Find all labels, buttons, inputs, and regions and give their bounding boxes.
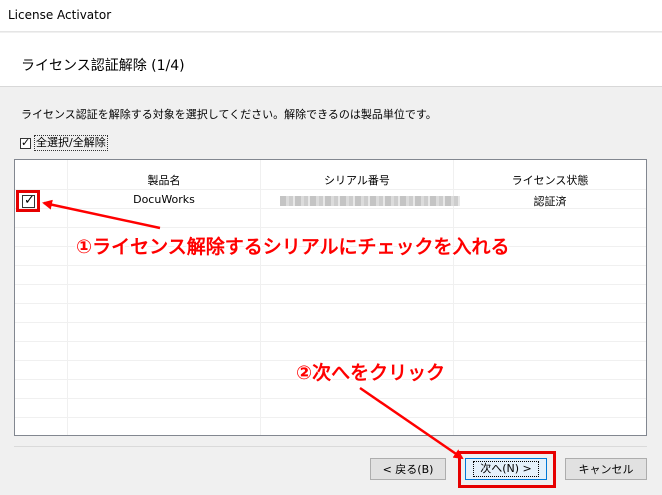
row-divider <box>15 227 646 228</box>
annotation-step1: ①ライセンス解除するシリアルにチェックを入れる <box>76 236 510 258</box>
page-title: ライセンス認証解除 (1/4) <box>21 58 185 74</box>
checkbox-highlight <box>16 190 40 212</box>
title-bar: License Activator <box>0 0 662 32</box>
select-all-checkbox[interactable]: ✓ 全選択/全解除 <box>20 134 108 152</box>
next-button-highlight <box>458 451 556 488</box>
select-all-check-icon[interactable]: ✓ <box>20 136 31 149</box>
select-all-label[interactable]: 全選択/全解除 <box>34 135 108 151</box>
cancel-button[interactable]: キャンセル <box>565 458 647 480</box>
row-divider <box>15 417 646 418</box>
column-header-serial[interactable]: シリアル番号 <box>261 172 453 188</box>
annotation-step2: ②次へをクリック <box>296 362 446 384</box>
column-header-status[interactable]: ライセンス状態 <box>454 172 646 188</box>
window-title: License Activator <box>8 8 112 22</box>
row-divider <box>15 284 646 285</box>
column-divider <box>260 160 261 435</box>
serial-number-redacted <box>280 196 460 206</box>
column-header-product[interactable]: 製品名 <box>68 172 260 188</box>
row-divider <box>15 341 646 342</box>
back-button-label: < 戻る(B) <box>382 463 434 476</box>
separator <box>14 446 647 447</box>
cancel-button-label: キャンセル <box>578 463 634 476</box>
row-divider <box>15 398 646 399</box>
row-divider <box>15 322 646 323</box>
back-button[interactable]: < 戻る(B) <box>370 458 446 480</box>
row-divider <box>15 303 646 304</box>
row-divider <box>15 265 646 266</box>
product-list[interactable]: 製品名 シリアル番号 ライセンス状態 ✓ DocuWorks 認証済 <box>14 159 647 436</box>
instruction-text: ライセンス認証を解除する対象を選択してください。解除できるのは製品単位です。 <box>21 108 437 121</box>
row-divider <box>15 189 646 190</box>
row-product-name: DocuWorks <box>133 193 195 206</box>
row-license-status: 認証済 <box>533 195 567 208</box>
header-panel: ライセンス認証解除 (1/4) <box>0 33 662 87</box>
